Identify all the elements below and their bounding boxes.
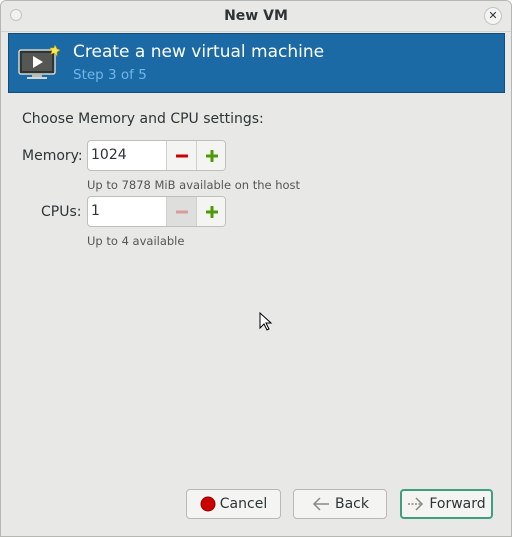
minus-icon xyxy=(175,154,188,157)
memory-label: Memory: xyxy=(22,148,83,164)
forward-label: Forward xyxy=(429,496,486,512)
cancel-label: Cancel xyxy=(219,496,268,512)
wizard-header: Create a new virtual machine Step 3 of 5 xyxy=(8,33,505,93)
memory-decrement-button[interactable] xyxy=(166,141,196,170)
cpus-spinbutton: 1 xyxy=(87,196,226,227)
plus-icon xyxy=(205,149,218,162)
back-label: Back xyxy=(335,496,369,512)
close-button[interactable]: ✕ xyxy=(484,7,502,25)
forward-arrow-icon xyxy=(408,497,424,511)
plus-icon xyxy=(205,205,218,218)
close-icon: ✕ xyxy=(488,9,498,22)
memory-hint: Up to 7878 MiB available on the host xyxy=(87,178,301,192)
mouse-pointer-icon xyxy=(259,312,273,331)
memory-increment-button[interactable] xyxy=(196,141,225,170)
vm-monitor-icon xyxy=(18,45,60,79)
cpus-decrement-button xyxy=(166,197,196,226)
window-title: New VM xyxy=(224,8,288,24)
cpus-increment-button[interactable] xyxy=(196,197,225,226)
titlebar: New VM ✕ xyxy=(1,1,511,32)
forward-button[interactable]: Forward xyxy=(400,489,493,519)
cpus-label: CPUs: xyxy=(41,204,82,220)
wizard-title: Create a new virtual machine xyxy=(73,42,325,62)
new-vm-dialog: New VM ✕ Create a new virtual machine St… xyxy=(0,0,512,537)
settings-prompt: Choose Memory and CPU settings: xyxy=(22,111,264,127)
back-arrow-icon xyxy=(312,497,329,511)
minus-icon xyxy=(175,210,188,213)
cpus-hint: Up to 4 available xyxy=(87,234,185,248)
memory-input[interactable]: 1024 xyxy=(88,141,166,170)
stop-icon xyxy=(200,496,216,512)
back-button[interactable]: Back xyxy=(293,489,387,519)
wizard-step: Step 3 of 5 xyxy=(73,67,147,83)
cpus-input[interactable]: 1 xyxy=(88,197,166,226)
cancel-button[interactable]: Cancel xyxy=(186,489,281,519)
memory-spinbutton: 1024 xyxy=(87,140,226,171)
